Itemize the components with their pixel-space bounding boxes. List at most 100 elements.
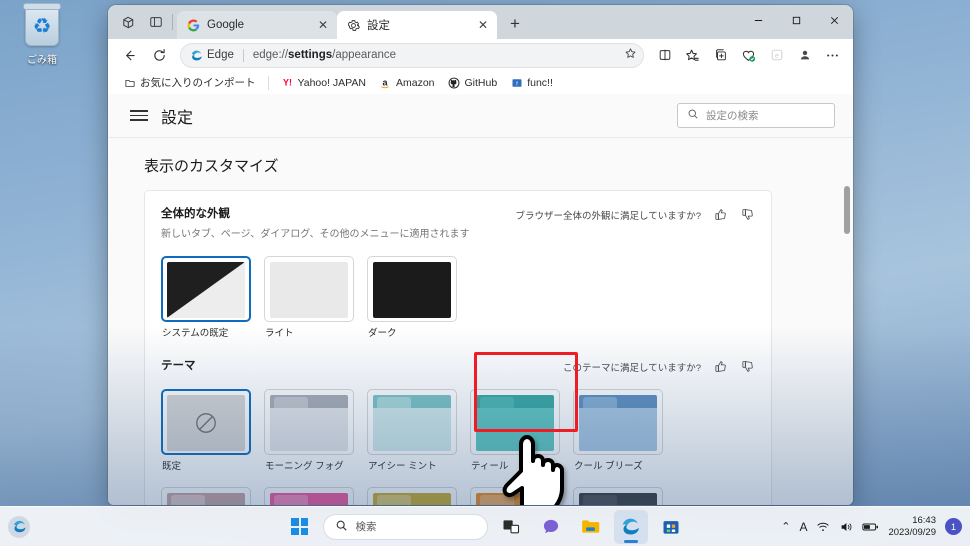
thumbs-up-icon[interactable] [713, 359, 728, 374]
edge-desktop-icon[interactable] [8, 515, 30, 538]
theme-option-morning-fog[interactable]: モーニング フォグ [264, 389, 354, 472]
scrollbar-thumb[interactable] [844, 186, 850, 234]
appearance-option-system-default[interactable]: システムの既定 [161, 256, 251, 339]
bookmark-import-favorites[interactable]: お気に入りのインポート [118, 73, 261, 92]
theme-swatch [373, 395, 451, 451]
theme-swatch [579, 395, 657, 451]
split-screen-icon[interactable] [651, 42, 678, 68]
maximize-button[interactable] [777, 5, 815, 35]
bookmark-label: func!! [527, 76, 553, 89]
theme-option-icy-mint[interactable]: アイシー ミント [367, 389, 457, 472]
search-icon [687, 108, 699, 123]
chevron-up-icon[interactable]: ⌃ [781, 520, 790, 533]
chat-icon[interactable] [534, 510, 568, 544]
favorite-star-icon[interactable] [624, 47, 637, 63]
taskbar-left [8, 515, 30, 538]
thumbs-down-icon[interactable] [740, 359, 755, 374]
bookmark-func[interactable]: f func!! [505, 74, 558, 91]
settings-header: 設定 設定の検索 [108, 94, 853, 138]
bookmark-label: Amazon [395, 76, 435, 89]
wifi-icon[interactable] [816, 520, 830, 534]
bookmark-label: お気に入りのインポート [140, 77, 256, 89]
windows-start-icon [291, 518, 308, 535]
theme-feedback-question: このテーマに満足していますか? [563, 362, 701, 374]
desktop-icon-recycle-bin[interactable]: ♻ ごみ箱 [14, 3, 70, 66]
edge-icon[interactable] [613, 509, 648, 544]
hamburger-icon[interactable] [126, 103, 152, 129]
add-favorite-icon[interactable] [679, 42, 706, 68]
theme-option-teal[interactable]: ティール [470, 389, 560, 472]
settings-scrollbar[interactable] [843, 186, 851, 505]
notification-badge[interactable]: 1 [945, 518, 962, 535]
thumbs-up-icon[interactable] [713, 207, 728, 222]
bookmark-yahoo-japan[interactable]: Y! Yahoo! JAPAN [276, 74, 371, 91]
copilot-icon[interactable]: e [763, 42, 790, 68]
import-favorites-icon [123, 76, 136, 89]
bookmarks-divider [267, 75, 269, 90]
settings-more-icon[interactable] [819, 42, 846, 68]
tab-actions-icon[interactable] [114, 8, 142, 36]
system-default-swatch [167, 262, 245, 318]
ime-indicator[interactable]: A [799, 520, 807, 534]
theme-option-row2-5[interactable] [573, 487, 663, 505]
overall-appearance-title: 全体的な外観 [161, 208, 230, 220]
vertical-tabs-icon[interactable] [142, 8, 170, 36]
tab-close-icon[interactable]: ✕ [315, 17, 331, 33]
theme-option-row2-3[interactable] [367, 487, 457, 505]
microsoft-store-icon[interactable] [654, 510, 688, 544]
appearance-option-light[interactable]: ライト [264, 256, 354, 339]
browser-essentials-icon[interactable] [735, 42, 762, 68]
battery-icon[interactable] [862, 521, 879, 533]
svg-text:a: a [383, 77, 389, 87]
start-button[interactable] [283, 510, 317, 544]
thumbs-down-icon[interactable] [740, 207, 755, 222]
clock[interactable]: 16:43 2023/09/29 [888, 515, 936, 539]
clock-date: 2023/09/29 [888, 526, 936, 538]
theme-option-default[interactable]: 既定 [161, 389, 251, 472]
profile-icon[interactable] [791, 42, 818, 68]
bookmarks-bar: お気に入りのインポート Y! Yahoo! JAPAN a Amazon Git… [108, 71, 853, 94]
bookmark-label: Yahoo! JAPAN [297, 76, 366, 89]
appearance-option-dark[interactable]: ダーク [367, 256, 457, 339]
tab-settings[interactable]: 設定 ✕ [337, 11, 497, 39]
settings-search-box[interactable]: 設定の検索 [677, 103, 835, 128]
appearance-option-label: ダーク [368, 328, 397, 339]
theme-swatch [270, 395, 348, 451]
collections-icon[interactable] [707, 42, 734, 68]
file-explorer-icon[interactable] [574, 510, 608, 544]
refresh-button[interactable] [145, 42, 173, 68]
section-heading: 表示のカスタマイズ [144, 158, 279, 175]
theme-option-cool-breeze[interactable]: クール ブリーズ [573, 389, 663, 472]
theme-swatch [270, 493, 348, 505]
minimize-button[interactable] [739, 5, 777, 35]
github-icon [448, 76, 461, 89]
svg-text:e: e [775, 53, 779, 60]
tab-google[interactable]: Google ✕ [177, 11, 337, 39]
appearance-options: システムの既定 ライト ダーク [161, 256, 755, 339]
task-view-icon[interactable] [494, 510, 528, 544]
theme-option-row2-1[interactable] [161, 487, 251, 505]
address-bar[interactable]: Edge edge://settings/appearance [180, 42, 644, 68]
theme-option-label: ティール [471, 461, 509, 472]
theme-option-row2-2[interactable] [264, 487, 354, 505]
edge-label: Edge [207, 49, 234, 61]
theme-options-row-1: 既定 モーニング フォグ アイシー ミント ティール クール ブリーズ [161, 389, 755, 472]
volume-icon[interactable] [839, 520, 853, 534]
close-button[interactable] [815, 5, 853, 35]
new-tab-button[interactable]: + [501, 11, 529, 37]
bookmark-amazon[interactable]: a Amazon [374, 74, 440, 91]
theme-option-row2-4[interactable] [470, 487, 560, 505]
tab-label: Google [207, 19, 245, 31]
taskbar-search-box[interactable]: 検索 [322, 513, 488, 540]
appearance-option-label: システムの既定 [162, 328, 229, 339]
tab-close-icon[interactable]: ✕ [475, 17, 491, 33]
theme-swatch [476, 493, 554, 505]
theme-swatch [373, 493, 451, 505]
window-controls [739, 5, 853, 39]
bookmark-github[interactable]: GitHub [443, 74, 503, 91]
settings-search-input[interactable]: 設定の検索 [706, 108, 759, 123]
taskbar-search-input[interactable]: 検索 [356, 519, 377, 534]
settings-scroll-area: 表示のカスタマイズ 全体的な外観 新しいタブ、ページ、ダイアログ、その他のメニュ… [108, 138, 853, 505]
theme-option-label: アイシー ミント [368, 461, 437, 472]
back-button[interactable] [115, 42, 143, 68]
